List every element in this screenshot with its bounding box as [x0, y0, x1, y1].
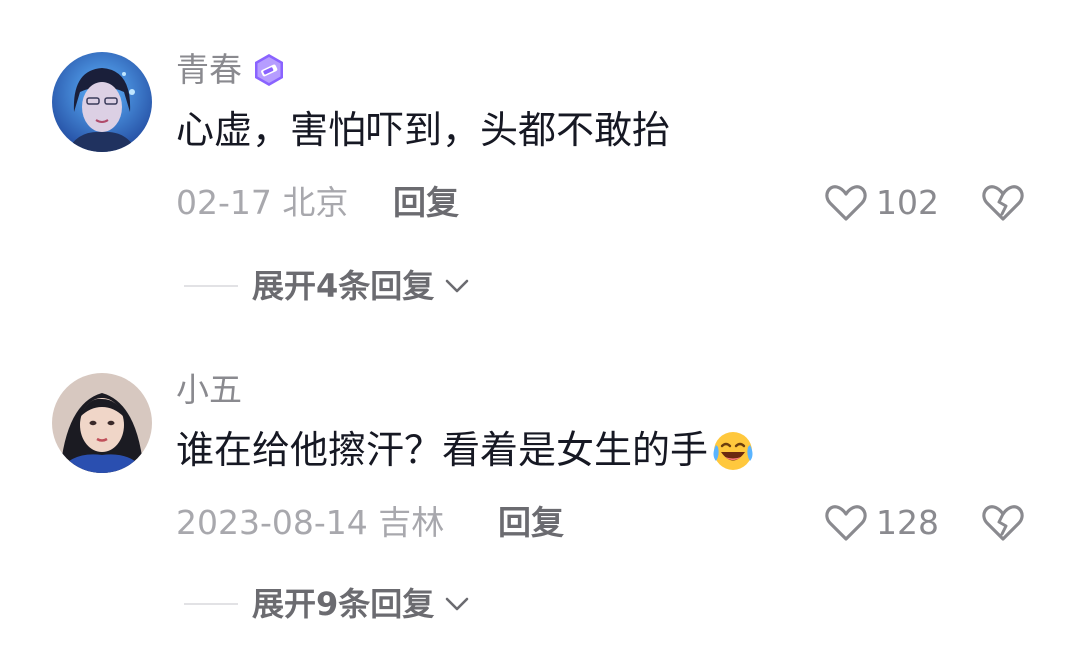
avatar-image — [52, 52, 152, 152]
username-label: 青春 — [176, 50, 242, 89]
reply-button[interactable]: 回复 — [393, 183, 459, 223]
comment-item: 小五 谁在给他擦汗？看着是女生的手 2023-08-14 吉林 回复 128 展… — [0, 320, 1080, 653]
like-button[interactable]: 102 — [824, 181, 939, 225]
heart-icon — [825, 185, 867, 221]
comment-text: 谁在给他擦汗？看着是女生的手 — [176, 427, 756, 473]
chevron-down-icon — [445, 597, 469, 611]
like-count: 102 — [876, 183, 939, 222]
username-label: 小五 — [176, 370, 242, 409]
expand-replies-label: 展开4条回复 — [252, 267, 435, 305]
comment-meta: 02-17 北京 — [176, 183, 349, 222]
laughing-crying-emoji-icon — [710, 427, 756, 473]
broken-heart-icon — [982, 505, 1024, 541]
avatar[interactable] — [52, 52, 152, 152]
expand-replies-button[interactable]: 展开4条回复 — [184, 266, 472, 306]
like-button[interactable]: 128 — [824, 501, 939, 545]
chevron-down-icon — [445, 279, 469, 293]
avatar[interactable] — [52, 373, 152, 473]
dislike-button[interactable] — [980, 501, 1026, 545]
heart-icon — [825, 505, 867, 541]
pencil-badge-icon — [252, 53, 286, 87]
avatar-image — [52, 373, 152, 473]
username[interactable]: 小五 — [176, 370, 242, 410]
broken-heart-icon — [982, 185, 1024, 221]
like-count: 128 — [876, 503, 939, 542]
comment-text: 心虚，害怕吓到，头都不敢抬 — [176, 107, 670, 153]
expand-divider — [184, 603, 238, 605]
comment-text-label: 谁在给他擦汗？看着是女生的手 — [176, 428, 709, 472]
comment-meta: 2023-08-14 吉林 — [176, 503, 445, 542]
reply-button[interactable]: 回复 — [498, 503, 564, 543]
expand-replies-button[interactable]: 展开9条回复 — [184, 584, 472, 624]
comment-text-label: 心虚，害怕吓到，头都不敢抬 — [176, 108, 671, 152]
expand-replies-label: 展开9条回复 — [252, 585, 435, 623]
username[interactable]: 青春 — [176, 50, 286, 90]
dislike-button[interactable] — [980, 181, 1026, 225]
expand-divider — [184, 285, 238, 287]
comment-item: 青春 心虚，害怕吓到，头都不敢抬 02-17 北京 回复 102 展开4条回复 — [0, 0, 1080, 320]
